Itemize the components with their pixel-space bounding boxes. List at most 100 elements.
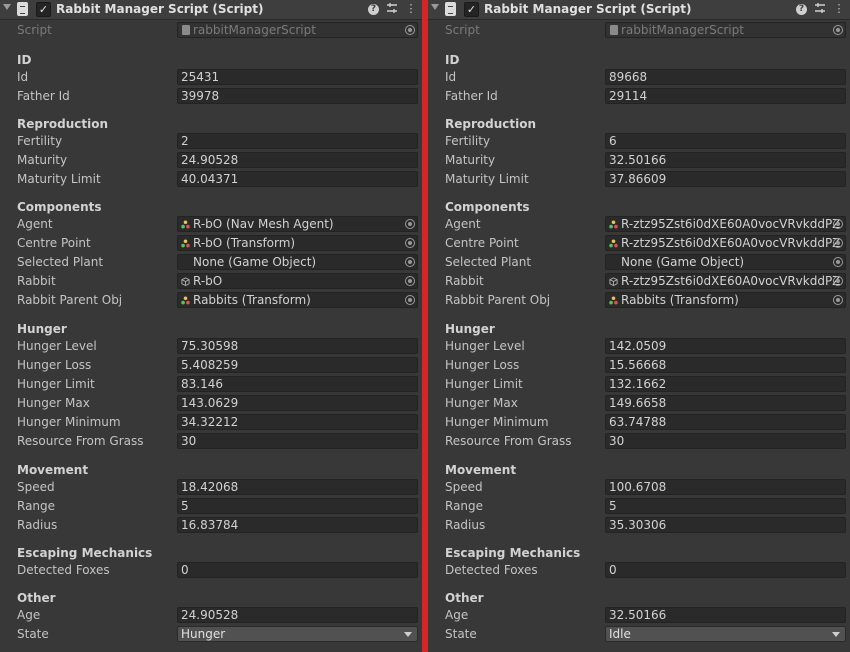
property-label: Resource From Grass	[445, 434, 572, 448]
hunger-limit-field[interactable]: 83.146	[177, 376, 418, 392]
rabbit-parent-obj-field[interactable]: Rabbits (Transform)	[177, 292, 418, 308]
script-field: rabbitManagerScript	[605, 22, 846, 38]
object-picker-icon[interactable]	[833, 295, 843, 305]
hunger-minimum-field[interactable]: 63.74788	[605, 414, 846, 430]
property-row: State Hunger	[0, 626, 422, 643]
id-field[interactable]: 89668	[605, 69, 846, 85]
property-row: Rabbit R-ztz95Zst6i0dXE60A0vocVRvkddPZ	[428, 273, 850, 290]
property-label: Id	[17, 70, 29, 84]
hunger-max-field[interactable]: 149.6658	[605, 395, 846, 411]
centre-point-field[interactable]: R-bO (Transform)	[177, 235, 418, 251]
chevron-down-icon	[832, 632, 840, 637]
context-menu-icon[interactable]: ⋮	[832, 2, 846, 16]
hunger-limit-field[interactable]: 132.1662	[605, 376, 846, 392]
property-label: State	[17, 627, 49, 641]
fold-arrow-icon[interactable]	[3, 4, 11, 10]
component-header[interactable]: ✓ Rabbit Manager Script (Script)? ⋮	[428, 0, 850, 20]
section-hunger-title: Hunger	[17, 322, 67, 336]
object-picker-icon[interactable]	[833, 276, 843, 286]
father-id-field[interactable]: 39978	[177, 88, 418, 104]
object-picker-icon[interactable]	[405, 219, 415, 229]
object-picker-icon[interactable]	[833, 257, 843, 267]
property-row: Age 24.90528	[0, 607, 422, 624]
object-picker-icon	[833, 25, 843, 35]
property-label: Hunger Level	[445, 339, 525, 353]
centre-point-field[interactable]: R-ztz95Zst6i0dXE60A0vocVRvkddPZ	[605, 235, 846, 251]
dropdown-value: Hunger	[181, 627, 226, 641]
component-title: Rabbit Manager Script (Script)	[484, 2, 692, 16]
object-picker-icon[interactable]	[833, 238, 843, 248]
field-value: R-bO (Nav Mesh Agent)	[193, 217, 334, 231]
property-label: Agent	[17, 217, 53, 231]
property-row: Hunger Max 143.0629	[0, 395, 422, 412]
father-id-field[interactable]: 29114	[605, 88, 846, 104]
range-field[interactable]: 5	[605, 498, 846, 514]
fold-arrow-icon[interactable]	[431, 4, 439, 10]
property-label: Hunger Max	[445, 396, 518, 410]
rabbit-field[interactable]: R-bO	[177, 273, 418, 289]
detected-foxes-field[interactable]: 0	[605, 562, 846, 578]
selected-plant-field[interactable]: None (Game Object)	[605, 254, 846, 270]
presets-icon[interactable]	[813, 2, 827, 16]
selected-plant-field[interactable]: None (Game Object)	[177, 254, 418, 270]
maturity-limit-field[interactable]: 40.04371	[177, 171, 418, 187]
object-picker-icon[interactable]	[405, 276, 415, 286]
component-header[interactable]: ✓ Rabbit Manager Script (Script)? ⋮	[0, 0, 422, 20]
object-picker-icon[interactable]	[405, 238, 415, 248]
radius-field[interactable]: 35.30306	[605, 517, 846, 533]
hunger-max-field[interactable]: 143.0629	[177, 395, 418, 411]
property-label: Maturity Limit	[445, 172, 529, 186]
property-label: Father Id	[17, 89, 70, 103]
hunger-loss-field[interactable]: 5.408259	[177, 357, 418, 373]
age-field[interactable]: 24.90528	[177, 607, 418, 623]
help-icon[interactable]: ?	[796, 4, 807, 15]
inspector-panel-left: ✓ Rabbit Manager Script (Script)? ⋮ Script r…	[0, 0, 422, 652]
hunger-loss-field[interactable]: 15.56668	[605, 357, 846, 373]
maturity-field[interactable]: 24.90528	[177, 152, 418, 168]
resource-from-grass-field[interactable]: 30	[605, 433, 846, 449]
enabled-checkbox[interactable]: ✓	[464, 2, 479, 17]
age-field[interactable]: 32.50166	[605, 607, 846, 623]
agent-field[interactable]: R-ztz95Zst6i0dXE60A0vocVRvkddPZ	[605, 216, 846, 232]
property-row: Radius 35.30306	[428, 517, 850, 534]
property-label: State	[445, 627, 477, 641]
object-picker-icon[interactable]	[833, 219, 843, 229]
agent-field[interactable]: R-bO (Nav Mesh Agent)	[177, 216, 418, 232]
state-dropdown[interactable]: Hunger	[177, 626, 418, 642]
radius-field[interactable]: 16.83784	[177, 517, 418, 533]
detected-foxes-field[interactable]: 0	[177, 562, 418, 578]
rabbit-parent-obj-field[interactable]: Rabbits (Transform)	[605, 292, 846, 308]
section-reproduction-title: Reproduction	[445, 117, 537, 131]
fertility-field[interactable]: 2	[177, 133, 418, 149]
rabbit-field[interactable]: R-ztz95Zst6i0dXE60A0vocVRvkddPZ	[605, 273, 846, 289]
property-label: Age	[445, 608, 469, 622]
script-file-icon	[610, 25, 618, 35]
property-row: Hunger Minimum 63.74788	[428, 414, 850, 431]
maturity-field[interactable]: 32.50166	[605, 152, 846, 168]
property-row: Agent R-bO (Nav Mesh Agent)	[0, 216, 422, 233]
section-escaping-title: Escaping Mechanics	[17, 546, 153, 560]
hunger-level-field[interactable]: 75.30598	[177, 338, 418, 354]
property-label: Hunger Limit	[17, 377, 95, 391]
hunger-level-field[interactable]: 142.0509	[605, 338, 846, 354]
presets-icon[interactable]	[385, 2, 399, 16]
state-dropdown[interactable]: Idle	[605, 626, 846, 642]
maturity-limit-field[interactable]: 37.86609	[605, 171, 846, 187]
dropdown-value: Idle	[609, 627, 631, 641]
property-label: Script	[17, 23, 52, 37]
speed-field[interactable]: 18.42068	[177, 479, 418, 495]
hunger-minimum-field[interactable]: 34.32212	[177, 414, 418, 430]
property-row: Father Id 39978	[0, 88, 422, 105]
object-picker-icon[interactable]	[405, 295, 415, 305]
context-menu-icon[interactable]: ⋮	[404, 2, 418, 16]
range-field[interactable]: 5	[177, 498, 418, 514]
speed-field[interactable]: 100.6708	[605, 479, 846, 495]
resource-from-grass-field[interactable]: 30	[177, 433, 418, 449]
id-field[interactable]: 25431	[177, 69, 418, 85]
property-label: Rabbit Parent Obj	[17, 293, 123, 307]
enabled-checkbox[interactable]: ✓	[36, 2, 51, 17]
fertility-field[interactable]: 6	[605, 133, 846, 149]
help-icon[interactable]: ?	[368, 4, 379, 15]
object-picker-icon[interactable]	[405, 257, 415, 267]
property-label: Resource From Grass	[17, 434, 144, 448]
